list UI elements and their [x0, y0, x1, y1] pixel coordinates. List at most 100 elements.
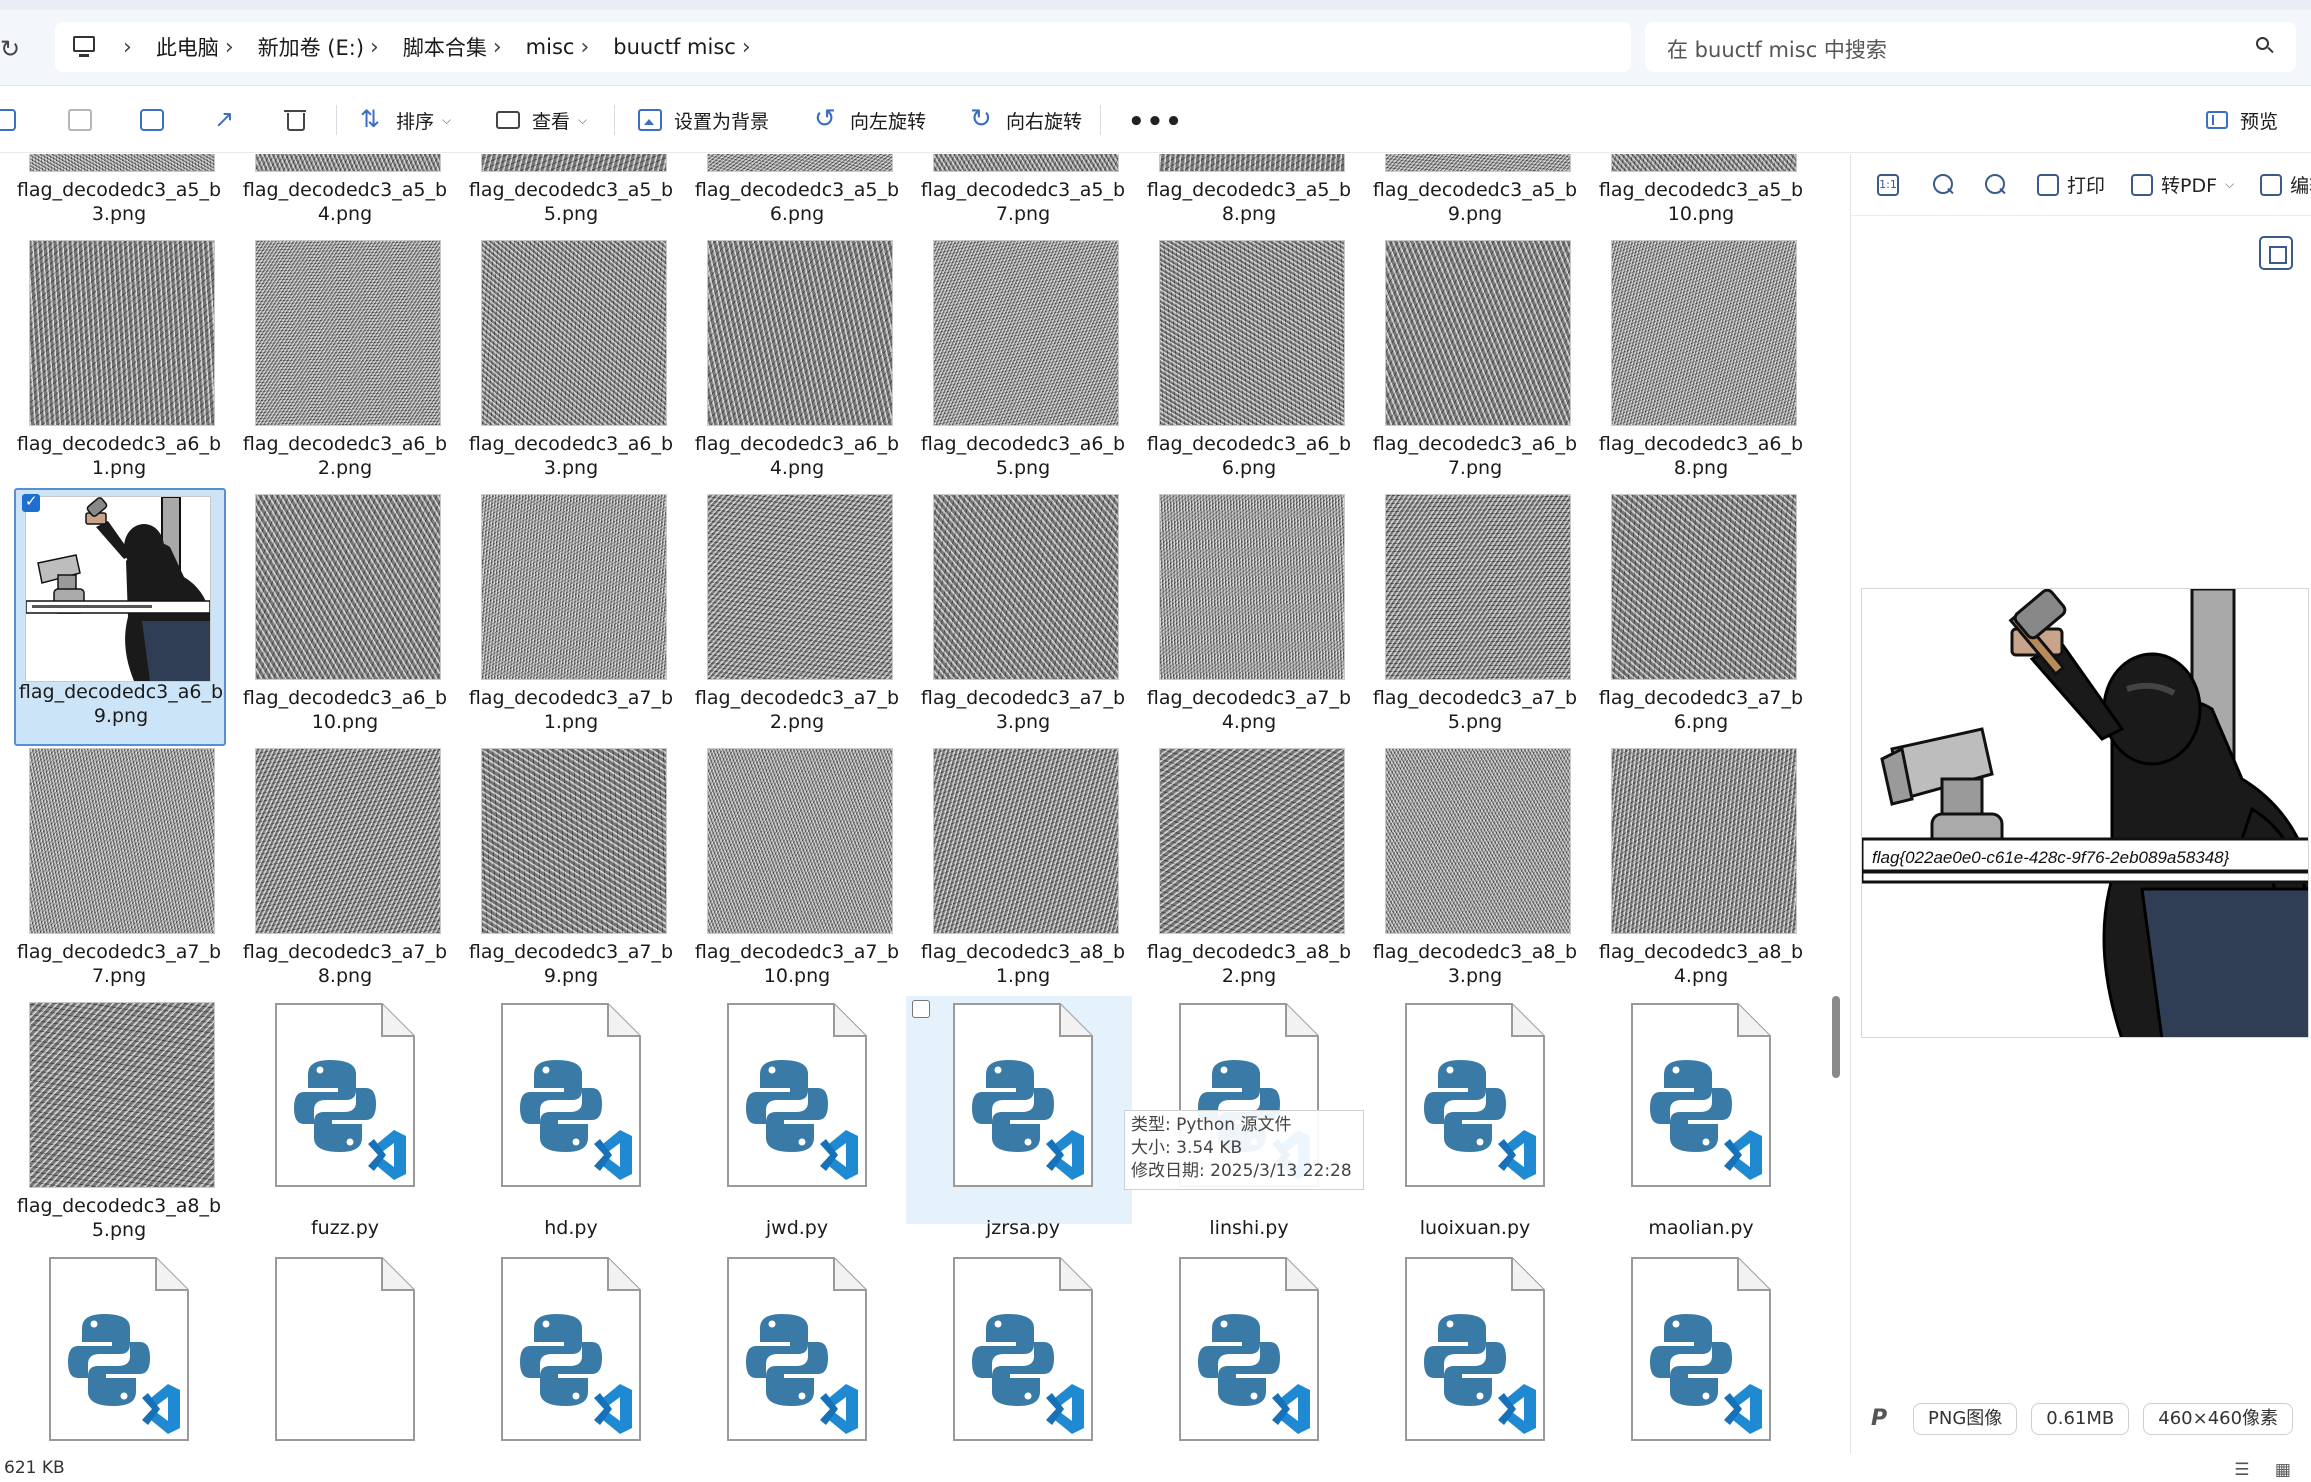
python-file-item[interactable]: rsa2.py	[1136, 1256, 1362, 1454]
image-file-item[interactable]: flag_decodedc3_a7_b 8.png	[232, 748, 458, 994]
image-file-item[interactable]: flag_decodedc3_a7_b 2.png	[684, 494, 910, 740]
chevron-right-icon[interactable]: ›	[580, 35, 589, 60]
file-name-line: 10.png	[763, 965, 831, 987]
image-file-item[interactable]: flag_decodedc3_a8_b 3.png	[1362, 748, 1588, 994]
python-file-item[interactable]: neicunma.py	[6, 1256, 232, 1454]
pdf-icon	[2131, 173, 2154, 196]
zoom-in-button[interactable]	[1985, 173, 2011, 196]
this-pc-icon[interactable]	[71, 36, 99, 58]
file-name-line: flag_decodedc3_a5_b	[920, 179, 1126, 201]
selection-checkbox[interactable]	[22, 492, 40, 512]
image-file-item[interactable]: flag_decodedc3_a6_b 10.png	[232, 494, 458, 740]
image-file-item[interactable]: flag_decodedc3_a6_b 1.png	[6, 240, 232, 486]
search-icon[interactable]	[2256, 37, 2274, 55]
delete-button[interactable]	[284, 87, 320, 153]
file-name-line: 2.png	[769, 711, 825, 733]
python-file-item[interactable]: rsa1.py	[910, 1256, 1136, 1454]
image-file-item[interactable]: flag_decodedc3_a6_b 2.png	[232, 240, 458, 486]
python-file-item[interactable]: res.py	[458, 1256, 684, 1454]
file-name-line: flag_decodedc3_a5_b	[1372, 179, 1578, 201]
image-file-item[interactable]: flag_decodedc3_a5_b 7.png	[910, 154, 1136, 232]
image-file-item[interactable]: flag_decodedc3_a7_b 7.png	[6, 748, 232, 994]
breadcrumb[interactable]: › 此电脑 › 新加卷 (E:) › 脚本合集 › misc › buuctf …	[55, 22, 1631, 72]
chevron-right-icon[interactable]: ›	[123, 35, 132, 60]
selection-checkbox[interactable]	[912, 1000, 930, 1018]
layout-switch-icons[interactable]: ☰ ▦	[2234, 1460, 2301, 1480]
rotate-left-button[interactable]: 向左旋转	[814, 87, 926, 153]
toolbar-separator	[1100, 105, 1101, 135]
image-file-item[interactable]: flag_decodedc3_a6_b 4.png	[684, 240, 910, 486]
python-file-icon	[274, 1002, 416, 1188]
chevron-right-icon[interactable]: ›	[370, 35, 379, 60]
python-file-item[interactable]: shijian.py	[1362, 1256, 1588, 1454]
refresh-icon[interactable]: ↻	[0, 34, 26, 64]
rotate-right-button[interactable]: 向右旋转	[970, 87, 1082, 153]
breadcrumb-buuctf-misc[interactable]: buuctf misc	[613, 35, 736, 59]
image-file-item[interactable]: flag_decodedc3_a6_b 8.png	[1588, 240, 1814, 486]
scrollbar-track[interactable]	[1832, 154, 1838, 1454]
copy-button[interactable]	[0, 87, 28, 153]
paste-button[interactable]	[68, 87, 104, 153]
image-file-item[interactable]: flag_decodedc3_a8_b 1.png	[910, 748, 1136, 994]
image-file-item[interactable]: flag_decodedc3_a8_b 5.png	[6, 1002, 232, 1248]
image-file-item[interactable]: flag_decodedc3_a7_b 3.png	[910, 494, 1136, 740]
image-file-item[interactable]: flag_decodedc3_a5_b 5.png	[458, 154, 684, 232]
image-file-item[interactable]: flag_decodedc3_a5_b 3.png	[6, 154, 232, 232]
search-input[interactable]: 在 buuctf misc 中搜索	[1645, 22, 2296, 72]
image-file-item[interactable]: flag_decodedc3_a5_b 8.png	[1136, 154, 1362, 232]
image-file-item[interactable]: flag_decodedc3_a5_b 10.png	[1588, 154, 1814, 232]
image-file-item[interactable]: flag_decodedc3_a7_b 1.png	[458, 494, 684, 740]
image-file-item[interactable]: flag_decodedc3_a7_b 9.png	[458, 748, 684, 994]
image-file-item[interactable]: flag_decodedc3_a6_b 6.png	[1136, 240, 1362, 486]
app-logo-icon: P	[1871, 1406, 1888, 1431]
chevron-right-icon[interactable]: ›	[742, 35, 751, 60]
image-file-item[interactable]: flag_decodedc3_a5_b 6.png	[684, 154, 910, 232]
edit-button[interactable]: 编辑	[2260, 171, 2311, 198]
python-file-item[interactable]: maolian.py	[1588, 1002, 1814, 1248]
python-file-item[interactable]: pupy木马.py	[232, 1256, 458, 1454]
share-button[interactable]	[212, 87, 248, 153]
to-pdf-button[interactable]: 转PDF ⌵	[2131, 171, 2234, 198]
scrollbar-thumb[interactable]	[1832, 996, 1840, 1078]
python-file-item[interactable]: luoixuan.py	[1362, 1002, 1588, 1248]
preview-pane-button[interactable]: 预览	[2206, 87, 2278, 153]
chevron-right-icon[interactable]: ›	[493, 35, 502, 60]
file-name-label: flag_decodedc3_a5_b 3.png	[6, 178, 232, 226]
python-file-item[interactable]: hd.py	[458, 1002, 684, 1248]
more-options-button[interactable]: •••	[1128, 107, 1184, 137]
image-file-item[interactable]: flag_decodedc3_a7_b 6.png	[1588, 494, 1814, 740]
image-file-item[interactable]: flag_decodedc3_a5_b 4.png	[232, 154, 458, 232]
view-button[interactable]: 查看 ⌵	[496, 87, 587, 153]
image-file-item[interactable]: flag_decodedc3_a6_b9.png	[14, 488, 226, 746]
image-file-item[interactable]: flag_decodedc3_a6_b 7.png	[1362, 240, 1588, 486]
rename-button[interactable]	[140, 87, 176, 153]
sort-button[interactable]: 排序 ⌵	[360, 87, 451, 153]
breadcrumb-misc[interactable]: misc	[526, 35, 575, 59]
image-file-item[interactable]: flag_decodedc3_a5_b 9.png	[1362, 154, 1588, 232]
chevron-right-icon[interactable]: ›	[225, 35, 234, 60]
image-file-item[interactable]: flag_decodedc3_a6_b 5.png	[910, 240, 1136, 486]
image-file-item[interactable]: flag_decodedc3_a7_b 10.png	[684, 748, 910, 994]
fit-to-window-button[interactable]	[2259, 236, 2293, 270]
image-file-item[interactable]: flag_decodedc3_a7_b 5.png	[1362, 494, 1588, 740]
print-button[interactable]: 打印	[2037, 171, 2105, 198]
python-file-item[interactable]: jwd.py	[684, 1002, 910, 1248]
zoom-out-button[interactable]	[1933, 173, 1959, 196]
preview-pane-icon	[2206, 111, 2228, 129]
set-background-button[interactable]: 设置为背景	[638, 87, 769, 153]
image-file-item[interactable]: flag_decodedc3_a6_b 3.png	[458, 240, 684, 486]
preview-info-bar: P PNG图像 0.61MB 460×460像素	[1871, 1402, 2307, 1436]
python-file-item[interactable]: jzrsa.py	[906, 996, 1132, 1239]
file-name-line: 10.png	[1667, 203, 1735, 225]
image-file-item[interactable]: flag_decodedc3_a8_b 2.png	[1136, 748, 1362, 994]
python-file-item[interactable]: fuzz.py	[232, 1002, 458, 1248]
image-file-item[interactable]: flag_decodedc3_a7_b 4.png	[1136, 494, 1362, 740]
python-file-item[interactable]: shuweiban.py	[1588, 1256, 1814, 1454]
breadcrumb-scripts[interactable]: 脚本合集	[403, 32, 487, 62]
breadcrumb-drive-e[interactable]: 新加卷 (E:)	[258, 32, 364, 62]
actual-size-button[interactable]: 1:1	[1877, 173, 1907, 196]
breadcrumb-this-pc[interactable]: 此电脑	[156, 32, 219, 62]
image-file-item[interactable]: flag_decodedc3_a8_b 4.png	[1588, 748, 1814, 994]
file-name-line: flag_decodedc3_a5_b	[694, 179, 900, 201]
python-file-item[interactable]: rsa.py	[684, 1256, 910, 1454]
